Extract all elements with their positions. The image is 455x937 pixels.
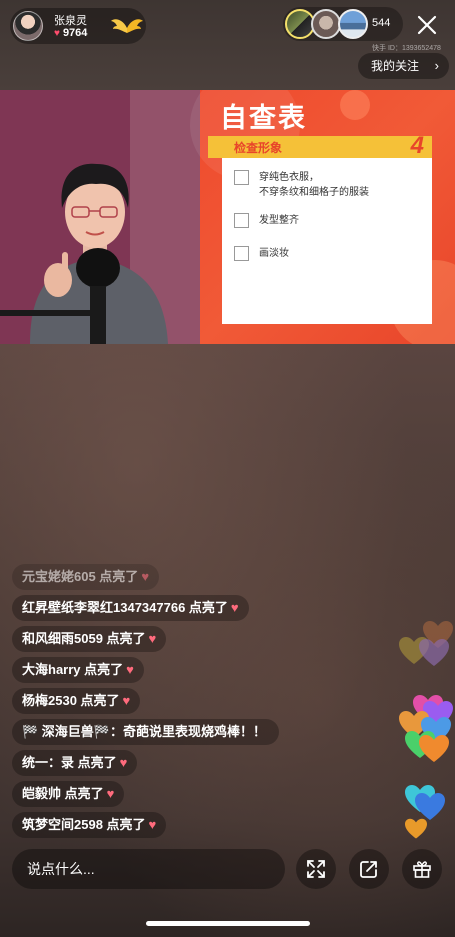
heart-icon: ♥ [54, 28, 60, 39]
expand-button[interactable] [296, 849, 336, 889]
checklist-number: 4 [410, 132, 424, 159]
comment-text: 皑毅帅 点亮了 [22, 786, 104, 801]
slide-decoration [340, 90, 370, 120]
heart-icon: ♥ [141, 569, 150, 584]
host-likes: ♥ 9764 [54, 27, 87, 39]
chevron-right-icon: › [434, 58, 439, 73]
wings-badge-icon[interactable] [110, 14, 144, 38]
floating-heart-icon [419, 735, 449, 762]
floating-heart-icon [405, 818, 427, 839]
comment-input[interactable]: 说点什么... [12, 849, 285, 889]
comment-item[interactable]: 元宝姥姥605 点亮了 ♥ [12, 564, 160, 590]
checklist-item-line: 不穿条纹和细格子的服装 [259, 187, 369, 198]
checklist-header: 检查形象 4 [208, 132, 432, 159]
heart-icon: ♥ [126, 662, 134, 677]
checkbox [234, 213, 249, 228]
viewer-avatar[interactable] [338, 9, 368, 39]
my-follow-button[interactable]: 我的关注 › [358, 53, 449, 79]
checkbox [234, 246, 249, 261]
floating-heart-icon [419, 639, 449, 666]
viewer-list[interactable]: 544 [283, 7, 403, 41]
heart-icon: ♥ [106, 786, 115, 801]
heart-icon: ♥ [122, 693, 131, 708]
checkbox [234, 170, 249, 185]
heart-icon: ♥ [230, 600, 239, 615]
share-button[interactable] [349, 849, 389, 889]
comment-item[interactable]: 杨梅2530 点亮了 ♥ [12, 688, 141, 714]
checklist-card: 检查形象 4 穿纯色衣服， 不穿条纹和细格子的服装 发型整齐 画淡妆 [208, 132, 432, 324]
comment-text: 大海harry 点亮了 [22, 662, 124, 677]
gift-button[interactable] [402, 849, 442, 889]
slide: 自查表 检查形象 4 穿纯色衣服， 不穿条纹和细格子的服装 发型整齐 画淡妆 [190, 90, 455, 344]
presenter-image [0, 90, 200, 344]
comment-text: 筑梦空间2598 点亮了 [22, 817, 146, 832]
comment-item[interactable]: 🏁 深海巨兽🏁：奇葩说里表现烧鸡棒！！ [12, 719, 279, 745]
kwai-id: 快手 ID：1393652478 [372, 45, 441, 52]
host-avatar[interactable] [13, 11, 43, 41]
home-indicator[interactable] [146, 921, 310, 926]
close-icon[interactable] [412, 10, 442, 40]
heart-icon: ♥ [148, 817, 157, 832]
checklist-item-line: 穿纯色衣服， [259, 172, 319, 183]
slide-title: 自查表 [220, 103, 307, 133]
comment-text: 红昇壁纸李翠红1347347766 点亮了 [22, 600, 228, 615]
comment-text: 🏁 深海巨兽🏁：奇葩说里表现烧鸡棒！！ [22, 724, 266, 739]
heart-icon: ♥ [119, 755, 128, 770]
share-icon [360, 861, 377, 878]
checklist-item-text: 发型整齐 [259, 215, 299, 226]
comment-text: 和风细雨5059 点亮了 [22, 631, 146, 646]
comment-text: 元宝姥姥605 点亮了 [22, 569, 139, 584]
heart-icon: ♥ [148, 631, 157, 646]
comment-item[interactable]: 和风细雨5059 点亮了 ♥ [12, 626, 167, 652]
comment-item[interactable]: 皑毅帅 点亮了 ♥ [12, 781, 125, 807]
viewer-avatar[interactable] [311, 9, 341, 39]
presenter-video [0, 90, 200, 344]
live-video[interactable]: 自查表 检查形象 4 穿纯色衣服， 不穿条纹和细格子的服装 发型整齐 画淡妆 [0, 90, 455, 344]
my-follow-label: 我的关注 [371, 59, 420, 73]
checklist-item-text: 穿纯色衣服， 不穿条纹和细格子的服装 [259, 170, 369, 200]
comment-text: 杨梅2530 点亮了 [22, 693, 120, 708]
host-name: 张泉灵 [54, 15, 87, 27]
host-likes-count: 9764 [62, 27, 88, 39]
host-info[interactable]: 张泉灵 ♥ 9764 [10, 8, 146, 44]
expand-icon [307, 860, 325, 878]
gift-icon [413, 861, 431, 878]
comment-item[interactable]: 大海harry 点亮了 ♥ [12, 657, 144, 683]
comment-text: 统一：录 点亮了 [22, 755, 117, 770]
comment-item[interactable]: 统一：录 点亮了 ♥ [12, 750, 138, 776]
viewer-count[interactable]: 544 [372, 17, 390, 29]
comment-item[interactable]: 红昇壁纸李翠红1347347766 点亮了 ♥ [12, 595, 249, 621]
checklist-item-text: 画淡妆 [259, 248, 289, 259]
checklist-section: 检查形象 [234, 141, 283, 155]
comment-item[interactable]: 筑梦空间2598 点亮了 ♥ [12, 812, 167, 838]
